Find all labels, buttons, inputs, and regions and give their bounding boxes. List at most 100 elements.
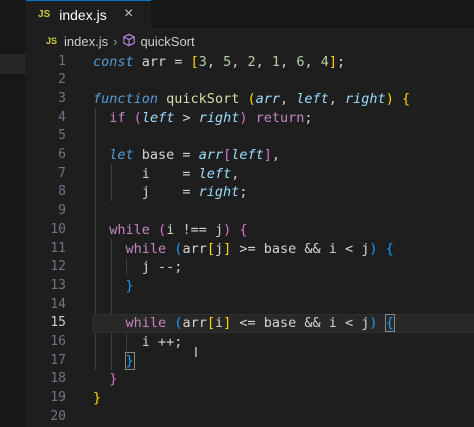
- code-text[interactable]: }: [93, 370, 117, 389]
- tab-bar: JS index.js ×: [26, 0, 474, 28]
- code-line[interactable]: 7 i = left,: [26, 165, 474, 184]
- line-number: 20: [50, 408, 66, 424]
- code-token: ): [223, 221, 232, 238]
- line-number: 16: [50, 334, 66, 349]
- code-line[interactable]: 3 function quickSort (arr, left, right) {: [26, 90, 474, 109]
- activity-strip: [0, 0, 26, 427]
- line-number: 6: [58, 147, 66, 162]
- code-text[interactable]: const arr = [3, 5, 2, 1, 6, 4];: [93, 53, 345, 72]
- code-token: left: [141, 109, 175, 126]
- code-line[interactable]: 2: [26, 71, 474, 90]
- code-token: while: [125, 240, 167, 257]
- code-token: base =: [133, 147, 199, 163]
- line-number: 12: [50, 259, 66, 275]
- code-line[interactable]: 11 while (arr[j] >= base && i < j) {: [26, 240, 474, 259]
- code-token: ,: [206, 53, 224, 70]
- code-token: 5: [223, 53, 232, 70]
- code-line[interactable]: 10 while (i !== j) {: [26, 221, 474, 240]
- code-text[interactable]: i ++;: [93, 333, 183, 352]
- code-token: {: [385, 240, 394, 257]
- line-number: 7: [58, 165, 66, 181]
- code-token: ,: [304, 53, 321, 70]
- code-token: 3: [198, 53, 207, 70]
- code-line[interactable]: 15 while (arr[i] <= base && i < j) {: [26, 314, 474, 333]
- code-line[interactable]: 8 j = right;: [26, 183, 474, 202]
- code-token: ;: [337, 53, 346, 70]
- code-text[interactable]: i = left,: [93, 165, 240, 184]
- code-text[interactable]: }: [93, 351, 135, 371]
- code-line[interactable]: 17 }: [26, 351, 474, 371]
- code-text[interactable]: while (i !== j) {: [93, 221, 247, 240]
- line-number: 10: [50, 221, 66, 237]
- code-token: >= base && i < j: [231, 240, 370, 257]
- code-text[interactable]: let base = arr[left],: [93, 146, 280, 165]
- code-text[interactable]: }: [93, 277, 134, 296]
- code-token: (: [133, 109, 142, 126]
- code-token: right: [198, 184, 240, 201]
- code-token: while: [125, 315, 167, 332]
- code-token: }: [93, 390, 102, 407]
- code-token: right: [198, 109, 240, 126]
- close-icon[interactable]: ×: [124, 5, 133, 23]
- breadcrumb-file[interactable]: index.js: [64, 34, 108, 49]
- code-text[interactable]: j = right;: [93, 183, 248, 202]
- line-number: 8: [58, 184, 66, 200]
- code-token: left: [231, 147, 264, 163]
- code-line[interactable]: 9: [26, 202, 474, 221]
- text-cursor-icon: I: [194, 346, 198, 361]
- code-line[interactable]: 20: [26, 408, 474, 427]
- code-token: j: [214, 240, 224, 257]
- line-number: 19: [50, 390, 66, 406]
- code-text[interactable]: while (arr[i] <= base && i < j) {: [93, 314, 395, 333]
- code-editor[interactable]: 1 const arr = [3, 5, 2, 1, 6, 4]; 2 3 functi…: [26, 52, 474, 427]
- code-line[interactable]: 13 }: [26, 277, 474, 296]
- code-token: ]: [263, 147, 272, 163]
- code-text[interactable]: j --;: [93, 258, 183, 277]
- code-token: 1: [271, 53, 281, 70]
- tab-title: index.js: [59, 6, 107, 23]
- breadcrumb-symbol[interactable]: quickSort: [140, 34, 194, 49]
- code-line[interactable]: 16 i ++;: [26, 333, 474, 352]
- line-number: 14: [50, 296, 66, 312]
- code-token: [: [223, 147, 232, 163]
- code-line[interactable]: 1 const arr = [3, 5, 2, 1, 6, 4];: [26, 53, 474, 72]
- code-text[interactable]: while (arr[j] >= base && i < j) {: [93, 240, 394, 259]
- line-number: 18: [50, 371, 66, 387]
- code-text[interactable]: function quickSort (arr, left, right) {: [93, 90, 410, 109]
- code-line[interactable]: 4 if (left > right) return;: [26, 109, 474, 128]
- code-text[interactable]: if (left > right) return;: [93, 109, 312, 128]
- code-token: <= base && i < j: [231, 315, 370, 332]
- code-token: left: [198, 165, 232, 182]
- code-token: ): [369, 315, 378, 332]
- code-token: j =: [93, 184, 199, 201]
- code-token: }: [109, 371, 118, 388]
- line-number: 3: [58, 90, 66, 106]
- code-token: 2: [247, 53, 256, 70]
- code-token: j --;: [93, 259, 183, 276]
- code-text[interactable]: }: [93, 389, 101, 408]
- code-line[interactable]: 14: [26, 296, 474, 315]
- code-line[interactable]: 5: [26, 127, 474, 146]
- line-number: 4: [58, 109, 66, 125]
- code-line[interactable]: 6 let base = arr[left],: [26, 146, 474, 165]
- javascript-file-icon: JS: [46, 36, 58, 46]
- cube-symbol-icon: [122, 33, 136, 50]
- code-token: arr: [182, 315, 207, 332]
- code-line[interactable]: 18 }: [26, 370, 474, 389]
- code-token: ): [239, 109, 248, 126]
- line-number: 2: [58, 72, 66, 88]
- code-token: }: [125, 277, 134, 294]
- tab-index-js[interactable]: JS index.js ×: [26, 0, 151, 28]
- code-line[interactable]: 12 j --;: [26, 258, 474, 277]
- code-token: const: [93, 53, 134, 70]
- code-token: ,: [280, 53, 297, 70]
- code-token: ;: [239, 184, 248, 201]
- code-line[interactable]: 19}: [26, 389, 474, 408]
